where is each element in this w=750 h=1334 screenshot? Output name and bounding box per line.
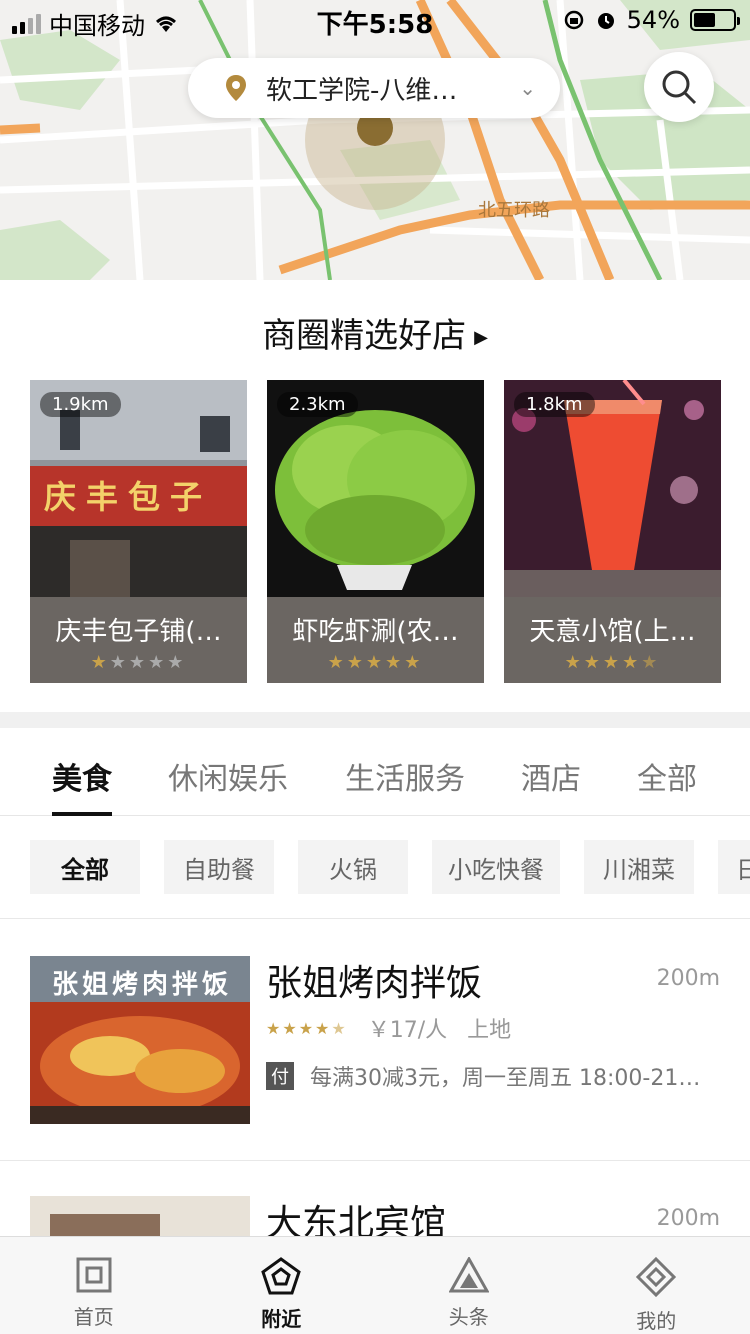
distance-label: 200m: [656, 966, 720, 991]
tab-hotel[interactable]: 酒店: [521, 754, 581, 798]
thumb-caption: 张姐烤肉拌饭: [52, 970, 233, 1000]
tab-life-services[interactable]: 生活服务: [345, 754, 465, 798]
chip-sichuan-hunan[interactable]: 川湘菜: [584, 840, 694, 894]
pay-badge: 付: [266, 1062, 294, 1090]
divider: [0, 1160, 750, 1161]
nearby-icon: [261, 1257, 302, 1295]
alarm-icon: [597, 13, 614, 29]
nav-home[interactable]: 首页: [0, 1237, 188, 1334]
map-view[interactable]: 北五环路 中国移动 下午5:58 54% 软工学院-八维… ⌄: [0, 0, 750, 280]
chip-hotpot[interactable]: 火锅: [298, 840, 408, 894]
location-text: 软工学院-八维…: [266, 75, 458, 106]
location-pin-icon: [226, 75, 246, 101]
chip-japanese[interactable]: 日: [718, 840, 750, 894]
map-background: 北五环路: [0, 0, 750, 280]
category-tabs: 美食 休闲娱乐 生活服务 酒店 全部: [0, 728, 750, 816]
distance-badge: 1.9km: [40, 392, 121, 417]
chip-buffet[interactable]: 自助餐: [164, 840, 274, 894]
featured-card[interactable]: 庆丰包子 1.9km 庆丰包子铺(… ★★★★★: [30, 380, 247, 683]
distance-badge: 2.3km: [277, 392, 358, 417]
tab-leisure[interactable]: 休闲娱乐: [168, 754, 288, 798]
restaurant-name: 张姐烤肉拌饭: [266, 963, 483, 1004]
price-label: ￥17/人: [367, 1018, 448, 1043]
featured-section-title[interactable]: 商圈精选好店 ▶: [0, 308, 750, 357]
search-button[interactable]: [644, 52, 714, 122]
rotation-lock-icon: [564, 10, 583, 30]
section-divider: [0, 712, 750, 728]
rating-stars: ★★★★★: [90, 652, 187, 673]
nav-nearby[interactable]: 附近: [188, 1237, 376, 1334]
chevron-down-icon: ⌄: [519, 76, 536, 100]
shop-sign: 庆丰包子: [44, 478, 213, 516]
area-label: 上地: [467, 1018, 512, 1043]
distance-label: 200m: [656, 1206, 720, 1231]
nav-headlines[interactable]: 头条: [375, 1237, 563, 1334]
profile-icon: [636, 1257, 677, 1297]
subcategory-chips: 全部 自助餐 火锅 小吃快餐 川湘菜 日: [30, 840, 750, 894]
featured-cards: 庆丰包子 1.9km 庆丰包子铺(… ★★★★★ 2.3km 虾吃虾涮(农… ★…: [30, 380, 721, 683]
rating-stars: ★★★★★: [327, 652, 424, 673]
featured-card[interactable]: 1.8km 天意小馆(上… ★★★★★: [504, 380, 721, 683]
distance-badge: 1.8km: [514, 392, 595, 417]
rating-stars: ★★★★★: [266, 1018, 348, 1038]
battery-icon: [690, 9, 740, 31]
headlines-icon: [448, 1257, 489, 1293]
home-icon: [76, 1257, 112, 1293]
chip-all[interactable]: 全部: [30, 840, 140, 894]
hotel-thumb: [30, 1196, 250, 1236]
featured-card[interactable]: 2.3km 虾吃虾涮(农… ★★★★★: [267, 380, 484, 683]
location-selector[interactable]: 软工学院-八维… ⌄: [188, 58, 560, 118]
promo-text: 每满30减3元，周一至周五 18:00-21…: [310, 1066, 701, 1091]
tab-food[interactable]: 美食: [52, 754, 112, 798]
divider: [0, 918, 750, 919]
bottom-navigation: 首页 附近 头条 我的: [0, 1236, 750, 1334]
nav-profile[interactable]: 我的: [563, 1237, 750, 1334]
status-bar: 中国移动 下午5:58 54%: [0, 0, 750, 40]
active-tab-indicator: [52, 812, 112, 816]
shop-name: 虾吃虾涮(农…: [292, 617, 459, 647]
chip-snacks[interactable]: 小吃快餐: [432, 840, 560, 894]
tab-all[interactable]: 全部: [637, 754, 697, 798]
shop-name: 庆丰包子铺(…: [55, 617, 222, 647]
rating-stars: ★★★★★: [564, 652, 661, 673]
shop-name: 天意小馆(上…: [529, 617, 696, 647]
search-icon: [662, 70, 697, 105]
play-arrow-icon: ▶: [474, 327, 488, 348]
battery-percent: 54%: [626, 6, 680, 34]
svg-text:北五环路: 北五环路: [478, 200, 550, 220]
